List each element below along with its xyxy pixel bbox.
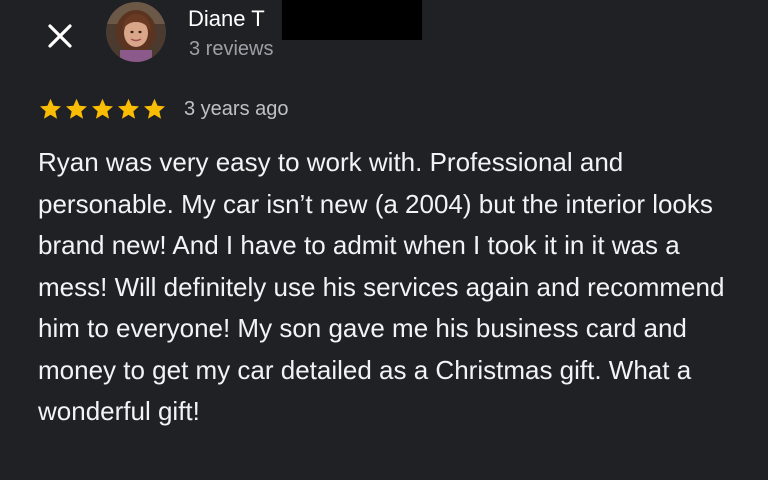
star-rating [38,97,167,121]
star-icon [64,97,89,121]
review-date: 3 years ago [184,98,289,120]
reviewer-name[interactable]: Diane T [188,6,265,32]
star-icon [116,97,141,121]
review-text: Ryan was very easy to work with. Profess… [38,147,725,426]
avatar[interactable] [106,2,166,62]
star-icon [38,97,63,121]
close-icon [48,24,72,48]
redaction-block [282,0,422,40]
rating-row: 3 years ago [38,96,289,122]
review-count[interactable]: 3 reviews [189,37,273,61]
star-icon [90,97,115,121]
close-button[interactable] [42,18,78,54]
star-icon [142,97,167,121]
